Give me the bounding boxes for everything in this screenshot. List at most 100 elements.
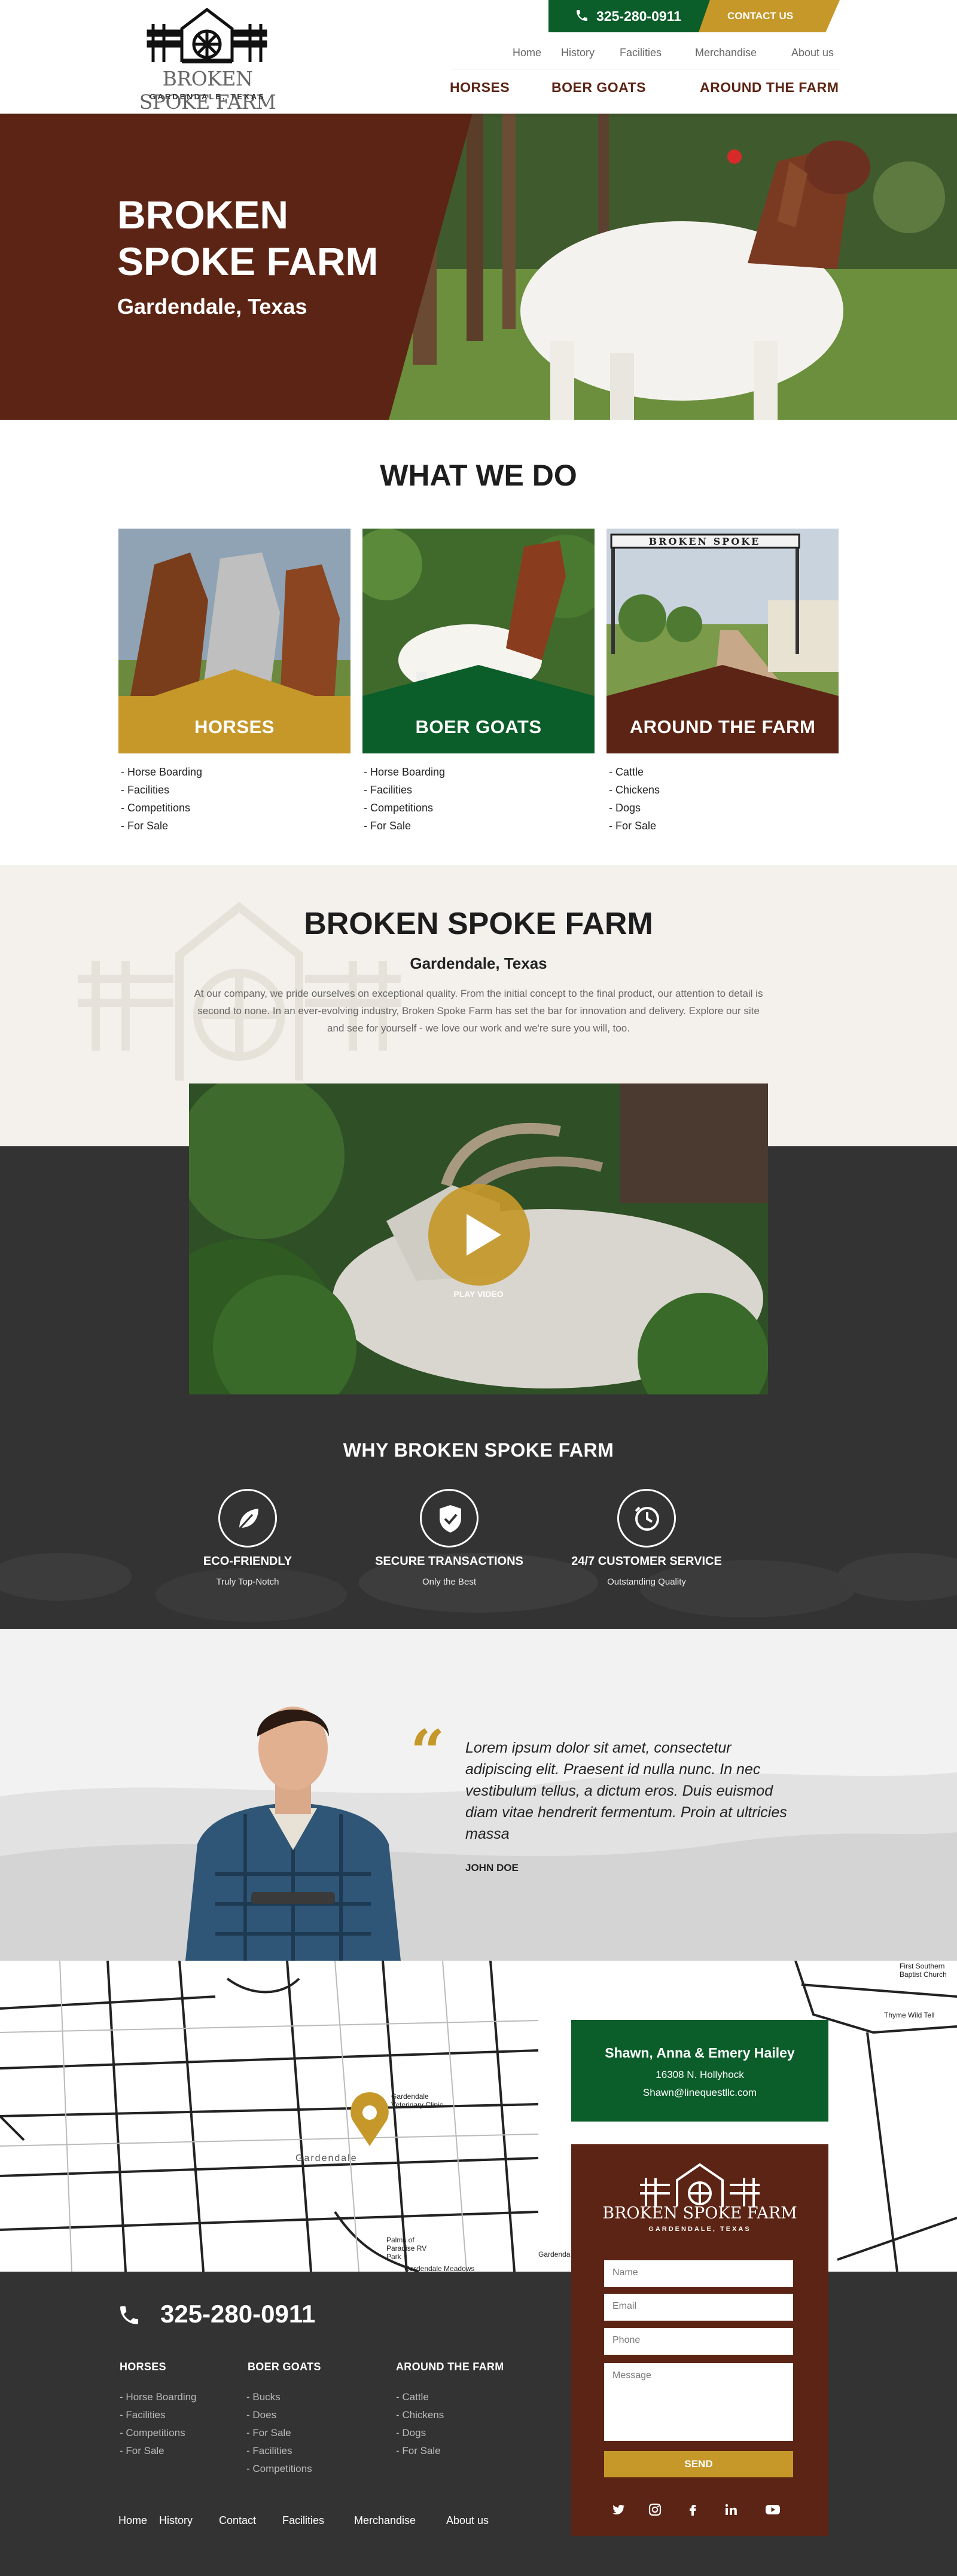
header-phone-bar[interactable]: 325-280-0911 bbox=[548, 0, 710, 32]
phone-icon bbox=[120, 2306, 138, 2324]
map-label: Thyme Wild Tell bbox=[884, 2011, 935, 2019]
footer-phone[interactable]: 325-280-0911 bbox=[160, 2300, 315, 2328]
hero-title: BROKEN SPOKE FARM bbox=[117, 191, 428, 285]
footer-link[interactable]: - Facilities bbox=[120, 2406, 197, 2424]
footer-link[interactable]: - Facilities bbox=[246, 2442, 312, 2460]
list-item[interactable]: - For Sale bbox=[609, 817, 660, 835]
why-title: WHY BROKEN SPOKE FARM bbox=[343, 1439, 614, 1461]
play-video-button[interactable] bbox=[428, 1184, 530, 1286]
site-header: BROKEN SPOKE FARM GARDENDALE, TEXAS 325-… bbox=[0, 0, 957, 114]
feature-title: ECO-FRIENDLY bbox=[203, 1555, 292, 1568]
footer-link[interactable]: - Does bbox=[246, 2406, 312, 2424]
facebook-icon[interactable] bbox=[682, 2499, 703, 2520]
mainnav-boer-goats[interactable]: BOER GOATS bbox=[551, 80, 646, 96]
twitter-icon[interactable] bbox=[608, 2499, 629, 2520]
email-field[interactable]: Email bbox=[604, 2294, 793, 2321]
contact-us-label: CONTACT US bbox=[727, 10, 794, 22]
list-item[interactable]: - Horse Boarding bbox=[364, 763, 445, 781]
list-item[interactable]: - Facilities bbox=[121, 781, 202, 799]
topnav-merchandise[interactable]: Merchandise bbox=[695, 47, 757, 59]
footer-nav-merchandise[interactable]: Merchandise bbox=[354, 2514, 416, 2527]
list-item[interactable]: - Horse Boarding bbox=[121, 763, 202, 781]
footer-link[interactable]: - Competitions bbox=[120, 2424, 197, 2442]
mainnav-horses[interactable]: HORSES bbox=[450, 80, 510, 96]
footer-link[interactable]: - Competitions bbox=[246, 2460, 312, 2478]
leaf-icon bbox=[218, 1489, 277, 1548]
youtube-icon[interactable] bbox=[763, 2499, 783, 2520]
name-field[interactable]: Name bbox=[604, 2260, 793, 2287]
topnav-facilities[interactable]: Facilities bbox=[620, 47, 662, 59]
footer-nav-about[interactable]: About us bbox=[446, 2514, 489, 2527]
list-item[interactable]: - Competitions bbox=[364, 799, 445, 817]
feature-subtitle: Only the Best bbox=[422, 1577, 477, 1587]
footer-link[interactable]: - For Sale bbox=[120, 2442, 197, 2460]
form-logo-name: BROKEN SPOKE FARM bbox=[602, 2204, 797, 2223]
what-we-do-title: WHAT WE DO bbox=[380, 459, 577, 492]
feature-subtitle: Truly Top-Notch bbox=[216, 1577, 279, 1587]
list-item[interactable]: - Cattle bbox=[609, 763, 660, 781]
phone-field[interactable]: Phone bbox=[604, 2328, 793, 2355]
play-video-label[interactable]: PLAY VIDEO bbox=[419, 1289, 538, 1299]
list-item[interactable]: - Dogs bbox=[609, 799, 660, 817]
contact-names: Shawn, Anna & Emery Hailey bbox=[605, 2045, 795, 2061]
footer-nav-home[interactable]: Home bbox=[118, 2514, 147, 2527]
footer-around-the-farm-list: - Cattle - Chickens - Dogs - For Sale bbox=[396, 2388, 444, 2460]
form-logo-place: GARDENDALE, TEXAS bbox=[648, 2226, 751, 2233]
farm-logo[interactable]: BROKEN SPOKE FARM GARDENDALE, TEXAS bbox=[127, 5, 288, 114]
send-button[interactable]: SEND bbox=[604, 2451, 793, 2477]
footer-link[interactable]: - Dogs bbox=[396, 2424, 444, 2442]
testimonial-author: JOHN DOE bbox=[465, 1862, 519, 1873]
footer-link[interactable]: - For Sale bbox=[396, 2442, 444, 2460]
list-item[interactable]: - For Sale bbox=[364, 817, 445, 835]
map-label: Palms of Paradise RV Park bbox=[386, 2236, 427, 2261]
linkedin-icon[interactable] bbox=[721, 2499, 741, 2520]
hero-subtitle: Gardendale, Texas bbox=[117, 294, 307, 319]
list-item[interactable]: - Facilities bbox=[364, 781, 445, 799]
about-text: At our company, we pride ourselves on ex… bbox=[194, 988, 763, 1034]
footer-column-title: BOER GOATS bbox=[248, 2361, 321, 2373]
footer-horses-list: - Horse Boarding - Facilities - Competit… bbox=[120, 2388, 197, 2460]
contact-us-button[interactable]: CONTACT US bbox=[699, 0, 840, 32]
about-title: BROKEN SPOKE FARM bbox=[304, 907, 653, 941]
message-field[interactable]: Message bbox=[604, 2363, 793, 2441]
testimonial-quote: Lorem ipsum dolor sit amet, consectetur … bbox=[465, 1739, 787, 1842]
contact-email[interactable]: Shawn@linequestllc.com bbox=[571, 2087, 828, 2099]
map-label: Gardendale Meadows bbox=[404, 2264, 475, 2272]
logo-name: BROKEN SPOKE FARM bbox=[139, 67, 276, 114]
footer-link[interactable]: - Chickens bbox=[396, 2406, 444, 2424]
footer-link[interactable]: - For Sale bbox=[246, 2424, 312, 2442]
card-horses[interactable]: HORSES bbox=[118, 529, 351, 753]
footer-nav-contact[interactable]: Contact bbox=[219, 2514, 256, 2527]
topnav-home[interactable]: Home bbox=[513, 47, 541, 59]
dark-sheep-background bbox=[0, 1553, 957, 1622]
hero-title-line-2: SPOKE FARM bbox=[117, 239, 379, 283]
mainnav-around-the-farm[interactable]: AROUND THE FARM bbox=[700, 80, 839, 96]
logo-place: GARDENDALE, TEXAS bbox=[150, 92, 266, 101]
topnav-history[interactable]: History bbox=[561, 47, 595, 59]
list-item[interactable]: - For Sale bbox=[121, 817, 202, 835]
map-label: First Southern Baptist Church bbox=[900, 1962, 947, 1979]
card-around-the-farm[interactable]: BROKEN SPOKE AROUND THE FARM bbox=[606, 529, 839, 753]
card-around-the-farm-label: AROUND THE FARM bbox=[606, 696, 839, 753]
card-around-the-farm-list: - Cattle - Chickens - Dogs - For Sale bbox=[609, 763, 660, 835]
topnav-about[interactable]: About us bbox=[791, 47, 834, 59]
footer-column-title: HORSES bbox=[120, 2361, 166, 2373]
play-icon bbox=[467, 1214, 501, 1256]
footer-nav-history[interactable]: History bbox=[159, 2514, 193, 2527]
list-item[interactable]: - Competitions bbox=[121, 799, 202, 817]
feature-subtitle: Outstanding Quality bbox=[607, 1577, 686, 1587]
map-label: Gardenda bbox=[538, 2250, 571, 2258]
footer-column-title: AROUND THE FARM bbox=[396, 2361, 504, 2373]
feature-title: SECURE TRANSACTIONS bbox=[375, 1555, 523, 1568]
footer-link[interactable]: - Horse Boarding bbox=[120, 2388, 197, 2406]
hero-banner: BROKEN SPOKE FARM Gardendale, Texas bbox=[0, 114, 957, 420]
footer-link[interactable]: - Bucks bbox=[246, 2388, 312, 2406]
card-boer-goats[interactable]: BOER GOATS bbox=[362, 529, 595, 753]
feature-title: 24/7 CUSTOMER SERVICE bbox=[571, 1555, 722, 1568]
instagram-icon[interactable] bbox=[645, 2499, 665, 2520]
footer-link[interactable]: - Cattle bbox=[396, 2388, 444, 2406]
footer-nav-facilities[interactable]: Facilities bbox=[282, 2514, 324, 2527]
list-item[interactable]: - Chickens bbox=[609, 781, 660, 799]
footer-boer-goats-list: - Bucks - Does - For Sale - Facilities -… bbox=[246, 2388, 312, 2478]
map-label: Gardendale Veterinary Clinic bbox=[391, 2092, 443, 2109]
